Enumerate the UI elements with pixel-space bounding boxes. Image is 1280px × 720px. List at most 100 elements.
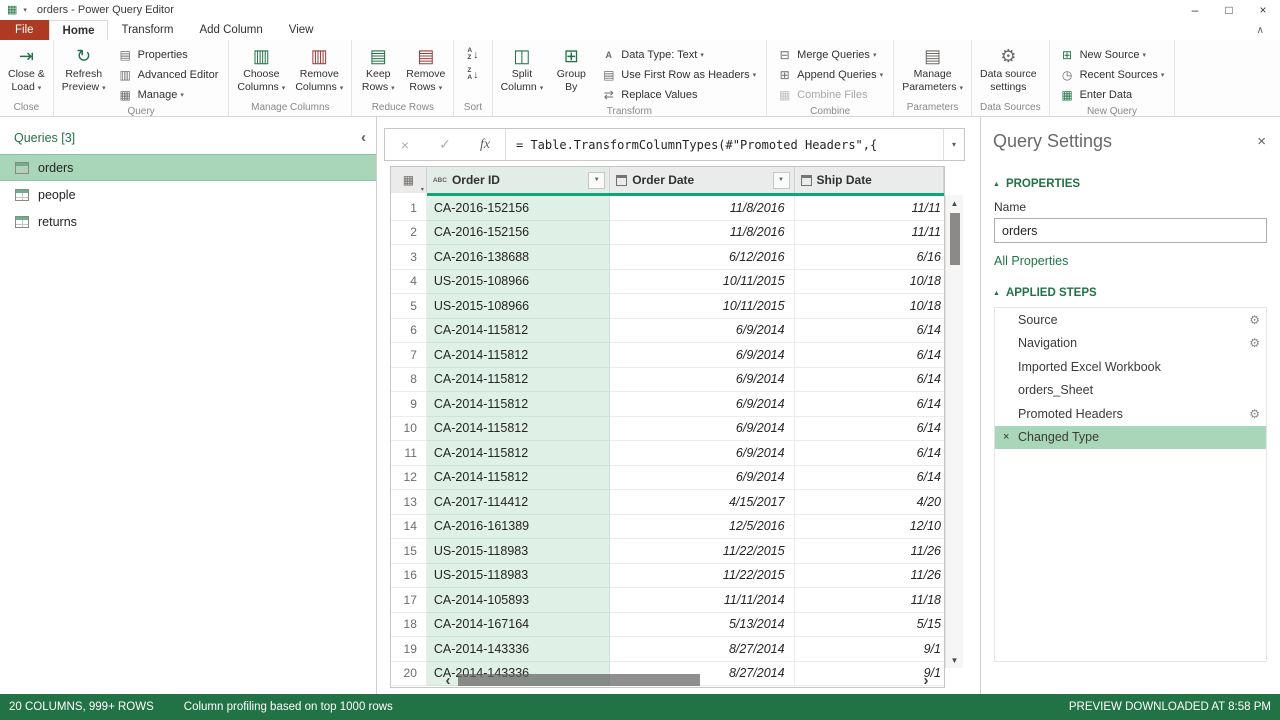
- cell-ship-date[interactable]: 9/1: [795, 637, 944, 662]
- cell-order-date[interactable]: 11/11/2014: [610, 588, 794, 613]
- cell-order-date[interactable]: 6/9/2014: [610, 343, 794, 368]
- cell-order-date[interactable]: 10/11/2015: [610, 270, 794, 295]
- append-queries-button[interactable]: ⊞Append Queries▾: [773, 65, 887, 84]
- enter-data-button[interactable]: ▦Enter Data: [1056, 85, 1169, 104]
- cell-order-id[interactable]: CA-2014-115812: [427, 319, 610, 344]
- delete-step-icon[interactable]: ×: [1003, 431, 1018, 443]
- cell-order-date[interactable]: 6/12/2016: [610, 245, 794, 270]
- step-settings-gear-icon[interactable]: ⚙: [1249, 407, 1260, 421]
- tab-add-column[interactable]: Add Column: [186, 20, 275, 40]
- applied-steps-section-header[interactable]: ▲ APPLIED STEPS: [981, 279, 1280, 305]
- horizontal-scrollbar[interactable]: ‹ ›: [440, 672, 934, 688]
- cell-order-id[interactable]: US-2015-108966: [427, 294, 610, 319]
- row-number[interactable]: 12: [391, 466, 427, 491]
- cell-order-id[interactable]: CA-2014-115812: [427, 466, 610, 491]
- cell-order-id[interactable]: US-2015-118983: [427, 539, 610, 564]
- filter-icon[interactable]: ▼: [773, 172, 790, 189]
- cell-order-id[interactable]: CA-2014-167164: [427, 613, 610, 638]
- formula-expand-icon[interactable]: ▾: [943, 129, 964, 160]
- applied-step-imported-excel-workbook[interactable]: ×Imported Excel Workbook: [995, 355, 1266, 379]
- cell-ship-date[interactable]: 6/16: [795, 245, 944, 270]
- cell-order-date[interactable]: 10/11/2015: [610, 294, 794, 319]
- query-item-orders[interactable]: orders: [0, 154, 376, 181]
- vertical-scrollbar[interactable]: ▲ ▼: [945, 195, 963, 668]
- cell-ship-date[interactable]: 6/14: [795, 466, 944, 491]
- cell-order-id[interactable]: CA-2017-114412: [427, 490, 610, 515]
- cell-order-id[interactable]: CA-2014-105893: [427, 588, 610, 613]
- formula-check-icon[interactable]: ✓: [425, 129, 465, 160]
- cell-order-date[interactable]: 8/27/2014: [610, 637, 794, 662]
- cell-order-id[interactable]: CA-2014-115812: [427, 368, 610, 393]
- use-first-row-as-headers-button[interactable]: ▤Use First Row as Headers▾: [597, 65, 760, 84]
- cell-order-id[interactable]: US-2015-118983: [427, 564, 610, 589]
- query-item-people[interactable]: people: [0, 181, 376, 208]
- applied-step-navigation[interactable]: ×Navigation⚙: [995, 332, 1266, 356]
- cell-order-date[interactable]: 6/9/2014: [610, 319, 794, 344]
- step-settings-gear-icon[interactable]: ⚙: [1249, 336, 1260, 350]
- row-number[interactable]: 13: [391, 490, 427, 515]
- manage-button[interactable]: ▦Manage▾: [114, 85, 223, 104]
- collapse-ribbon-icon[interactable]: ∧: [1257, 25, 1264, 36]
- minimize-button[interactable]: –: [1178, 0, 1212, 20]
- row-number[interactable]: 14: [391, 515, 427, 540]
- row-number[interactable]: 11: [391, 441, 427, 466]
- sort-asc-button[interactable]: AZ↓: [460, 45, 485, 64]
- cell-ship-date[interactable]: 6/14: [795, 417, 944, 442]
- cell-ship-date[interactable]: 4/20: [795, 490, 944, 515]
- refresh-preview-button[interactable]: ↻RefreshPreview▾: [57, 43, 111, 94]
- cell-order-date[interactable]: 6/9/2014: [610, 441, 794, 466]
- cell-order-date[interactable]: 6/9/2014: [610, 392, 794, 417]
- cell-order-date[interactable]: 6/9/2014: [610, 368, 794, 393]
- cell-ship-date[interactable]: 6/14: [795, 319, 944, 344]
- cell-ship-date[interactable]: 11/18: [795, 588, 944, 613]
- cell-ship-date[interactable]: 6/14: [795, 343, 944, 368]
- cell-order-date[interactable]: 11/8/2016: [610, 221, 794, 246]
- row-number[interactable]: 4: [391, 270, 427, 295]
- cell-order-date[interactable]: 11/22/2015: [610, 564, 794, 589]
- cell-ship-date[interactable]: 11/11: [795, 196, 944, 221]
- cell-order-id[interactable]: CA-2016-138688: [427, 245, 610, 270]
- all-properties-link[interactable]: All Properties: [981, 243, 1280, 279]
- properties-section-header[interactable]: ▲ PROPERTIES: [981, 160, 1280, 196]
- cell-order-id[interactable]: CA-2014-115812: [427, 343, 610, 368]
- remove-rows-button[interactable]: ▤RemoveRows▾: [401, 43, 450, 94]
- query-item-returns[interactable]: returns: [0, 208, 376, 235]
- vertical-scroll-thumb[interactable]: [950, 213, 960, 265]
- cell-order-id[interactable]: CA-2016-152156: [427, 196, 610, 221]
- cell-ship-date[interactable]: 10/18: [795, 270, 944, 295]
- choose-columns-button[interactable]: ▥ChooseColumns▾: [232, 43, 290, 94]
- cell-ship-date[interactable]: 6/14: [795, 441, 944, 466]
- merge-queries-button[interactable]: ⊟Merge Queries▾: [773, 45, 887, 64]
- split-column-button[interactable]: ◫SplitColumn▾: [496, 43, 549, 94]
- formula-cancel-icon[interactable]: ×: [385, 129, 425, 160]
- row-number[interactable]: 19: [391, 637, 427, 662]
- scroll-left-icon[interactable]: ‹: [440, 672, 456, 688]
- data-source-settings-button[interactable]: ⚙Data sourcesettings: [975, 43, 1042, 94]
- row-number[interactable]: 1: [391, 196, 427, 221]
- row-number[interactable]: 15: [391, 539, 427, 564]
- cell-order-id[interactable]: CA-2014-143336: [427, 637, 610, 662]
- quick-access-caret-icon[interactable]: ▾: [23, 6, 27, 14]
- manage-parameters-button[interactable]: ▤ManageParameters▾: [897, 43, 968, 94]
- cell-ship-date[interactable]: 10/18: [795, 294, 944, 319]
- cell-ship-date[interactable]: 11/11: [795, 221, 944, 246]
- row-number[interactable]: 16: [391, 564, 427, 589]
- row-number[interactable]: 9: [391, 392, 427, 417]
- cell-order-id[interactable]: CA-2014-115812: [427, 417, 610, 442]
- row-number[interactable]: 10: [391, 417, 427, 442]
- applied-step-source[interactable]: ×Source⚙: [995, 308, 1266, 332]
- cell-ship-date[interactable]: 5/15: [795, 613, 944, 638]
- recent-sources-button[interactable]: ◷Recent Sources▾: [1056, 65, 1169, 84]
- cell-ship-date[interactable]: 6/14: [795, 368, 944, 393]
- tab-transform[interactable]: Transform: [108, 20, 186, 40]
- close-panel-icon[interactable]: ×: [1257, 133, 1266, 150]
- row-number[interactable]: 17: [391, 588, 427, 613]
- cell-order-date[interactable]: 11/22/2015: [610, 539, 794, 564]
- select-all-corner[interactable]: ▦ ▾: [391, 167, 427, 193]
- applied-step-changed-type[interactable]: ×Changed Type: [995, 426, 1266, 450]
- close-load-button[interactable]: ⇥Close &Load▾: [3, 43, 50, 94]
- tab-view[interactable]: View: [276, 20, 327, 40]
- cell-ship-date[interactable]: 12/10: [795, 515, 944, 540]
- cell-order-date[interactable]: 5/13/2014: [610, 613, 794, 638]
- remove-columns-button[interactable]: ▥RemoveColumns▾: [290, 43, 348, 94]
